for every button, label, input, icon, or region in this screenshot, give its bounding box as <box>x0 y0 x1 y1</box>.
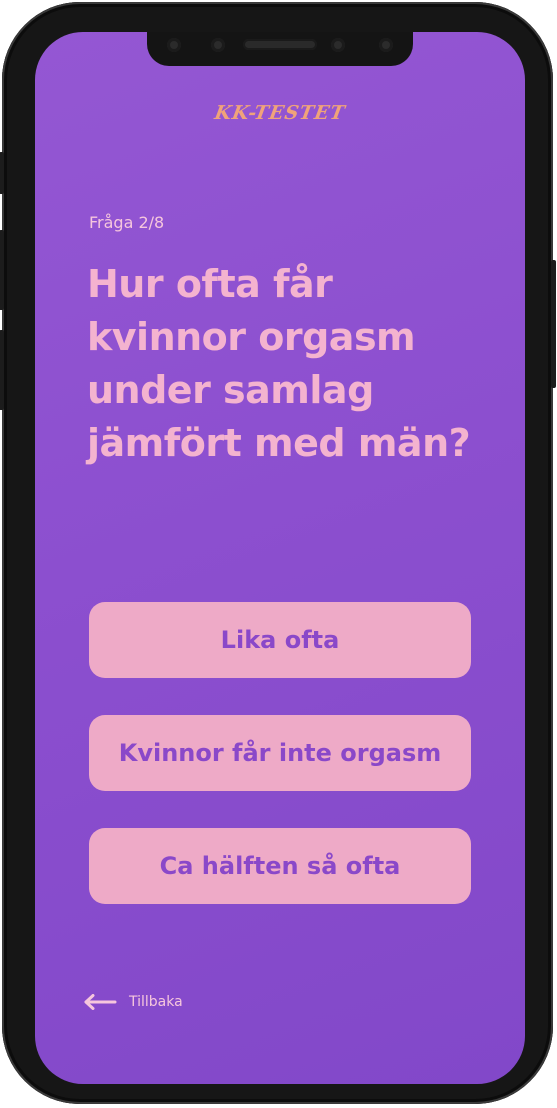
front-camera-icon <box>331 38 345 52</box>
question-line: kvinnor orgasm <box>87 315 416 359</box>
sensor-icon <box>167 38 181 52</box>
back-button[interactable]: Tillbaka <box>83 994 183 1010</box>
answer-button-lika-ofta[interactable]: Lika ofta <box>89 602 471 678</box>
volume-down-button <box>0 330 4 410</box>
camera-icon <box>211 38 225 52</box>
proximity-sensor-icon <box>379 38 393 52</box>
question-line: Hur ofta får <box>87 262 333 306</box>
answer-button-ca-halften-sa-ofta[interactable]: Ca hälften så ofta <box>89 828 471 904</box>
question-line: under samlag <box>87 368 374 412</box>
back-label: Tillbaka <box>129 994 183 1010</box>
answer-label: Ca hälften så ofta <box>159 852 401 880</box>
arrow-left-icon <box>84 994 117 1010</box>
power-button <box>551 260 556 388</box>
silent-switch <box>0 152 4 194</box>
answer-button-kvinnor-far-inte-orgasm[interactable]: Kvinnor får inte orgasm <box>89 715 471 791</box>
speaker-grille <box>243 39 317 50</box>
question-counter: Fråga 2/8 <box>89 213 165 232</box>
question-text: Hur ofta får kvinnor orgasm under samlag… <box>87 258 507 470</box>
answer-label: Lika ofta <box>220 626 340 654</box>
question-line: jämfört med män? <box>87 421 471 465</box>
notch <box>147 32 413 66</box>
phone-frame: KK-TESTET Fråga 2/8 Hur ofta får kvinnor… <box>0 2 556 1104</box>
app-screen: KK-TESTET Fråga 2/8 Hur ofta får kvinnor… <box>35 32 525 1084</box>
app-logo: KK-TESTET <box>212 102 348 124</box>
answer-label: Kvinnor får inte orgasm <box>118 739 442 767</box>
volume-up-button <box>0 230 4 310</box>
